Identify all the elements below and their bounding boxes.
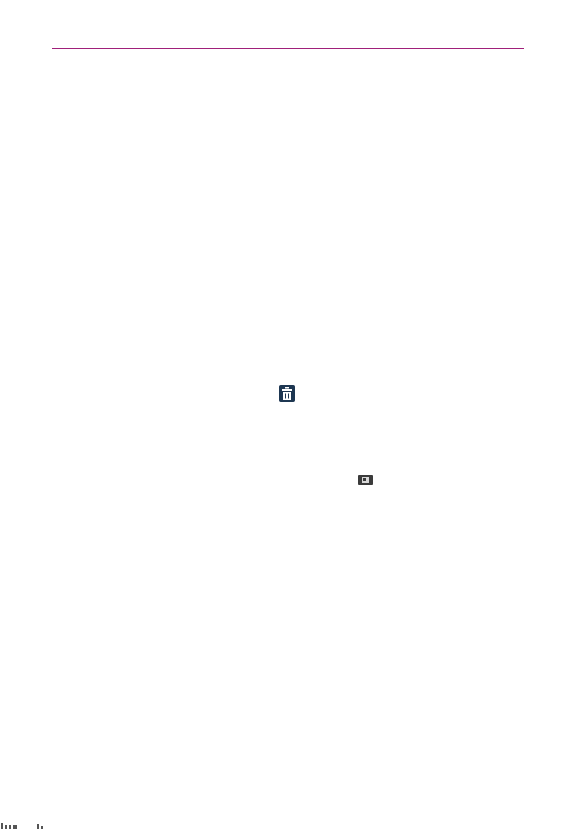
- trash-icon[interactable]: [279, 385, 295, 402]
- footer-text-fragment: [1, 823, 43, 829]
- header-rule: [52, 48, 524, 49]
- screen-icon[interactable]: [358, 475, 373, 485]
